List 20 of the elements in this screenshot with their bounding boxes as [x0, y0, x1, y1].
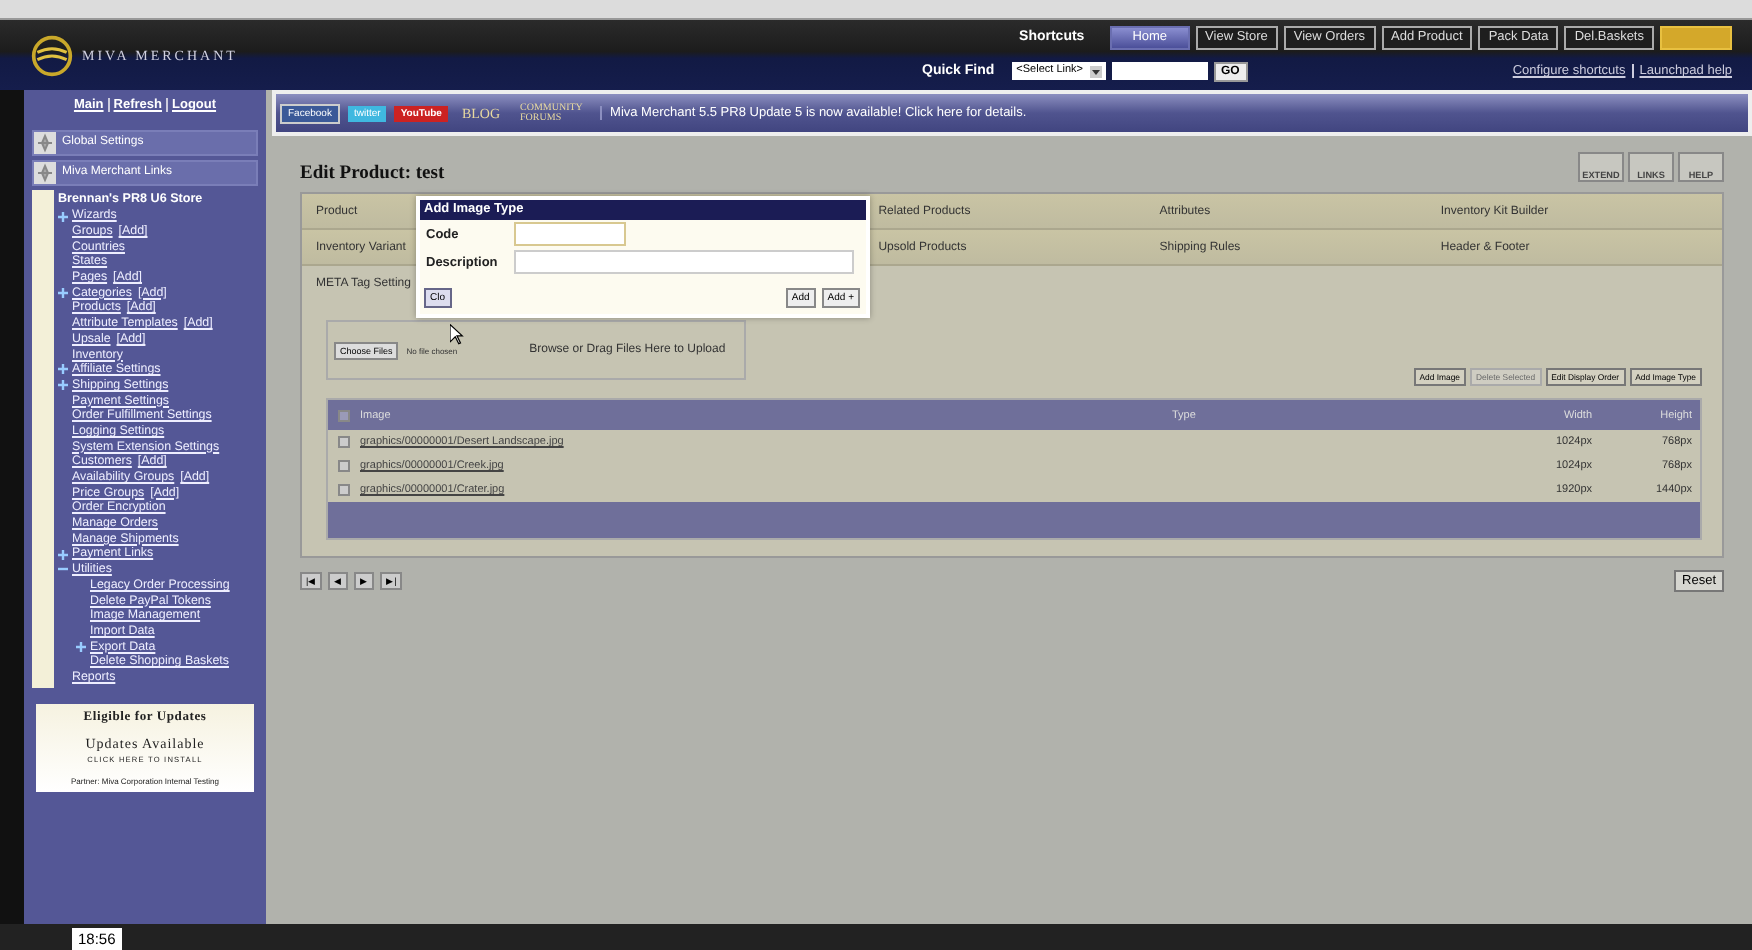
input-field[interactable]: [514, 250, 854, 274]
expander-icon[interactable]: [58, 380, 68, 391]
expander-icon[interactable]: [58, 564, 68, 575]
checkbox[interactable]: [338, 484, 350, 496]
section-icon: [34, 132, 56, 154]
page-title: Edit Product: test: [300, 164, 445, 184]
checkbox[interactable]: [338, 460, 350, 472]
dropdown-arrow-icon: [1089, 65, 1101, 77]
expander-icon[interactable]: [58, 364, 68, 375]
section-icon: [34, 162, 56, 184]
expander-icon[interactable]: [58, 211, 68, 221]
expander-icon[interactable]: [58, 287, 68, 298]
input-field[interactable]: [514, 222, 626, 246]
logo-icon: [30, 33, 74, 77]
quick-find-field[interactable]: [1111, 62, 1207, 80]
expander-icon[interactable]: [76, 641, 86, 652]
checkbox[interactable]: [338, 409, 350, 421]
cursor-icon: [450, 324, 464, 346]
checkbox[interactable]: [338, 436, 350, 448]
expander-icon[interactable]: [58, 549, 68, 560]
